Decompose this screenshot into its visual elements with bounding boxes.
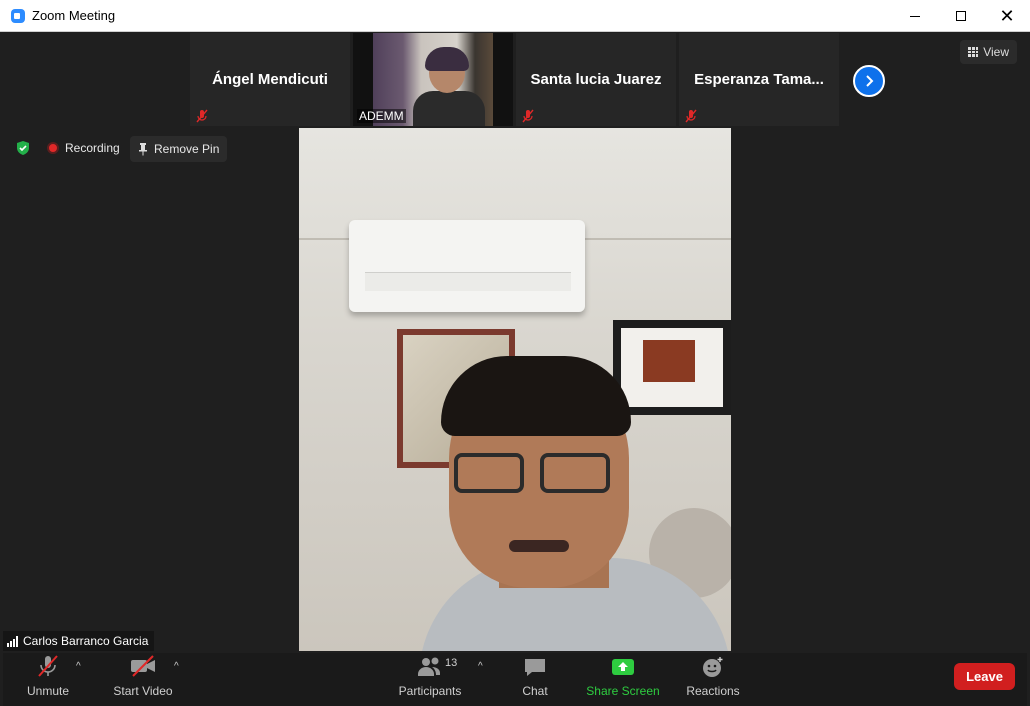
chat-label: Chat	[522, 684, 548, 698]
window-title: Zoom Meeting	[32, 8, 116, 23]
remove-pin-button[interactable]: Remove Pin	[130, 136, 228, 162]
recording-dot-icon	[47, 142, 59, 154]
participant-tile[interactable]: Santa lucia Juarez	[516, 33, 676, 126]
close-button[interactable]: ✕	[984, 0, 1030, 32]
participant-name: Santa lucia Juarez	[530, 71, 662, 88]
muted-mic-icon	[685, 109, 697, 123]
share-screen-icon	[612, 659, 634, 675]
unmute-label: Unmute	[26, 684, 70, 698]
next-page-button[interactable]	[853, 65, 885, 97]
active-speaker-video[interactable]	[299, 128, 731, 651]
minimize-icon	[910, 15, 920, 17]
recording-label: Recording	[65, 141, 120, 155]
leave-meeting-button[interactable]: Leave	[954, 663, 1015, 690]
chat-icon	[525, 659, 545, 676]
participant-tile[interactable]: Ángel Mendicuti	[190, 33, 350, 126]
close-icon: ✕	[999, 6, 1015, 26]
start-video-button[interactable]: Start Video	[107, 653, 179, 706]
maximize-icon	[956, 11, 966, 21]
participants-icon	[418, 657, 440, 676]
zoom-app-icon	[11, 8, 25, 23]
view-label: View	[983, 45, 1009, 59]
chevron-right-icon	[866, 75, 874, 87]
participant-name: Esperanza Tama...	[694, 71, 824, 88]
maximize-button[interactable]	[938, 0, 984, 32]
signal-strength-icon	[7, 635, 18, 647]
window-titlebar: Zoom Meeting ✕	[0, 0, 1030, 32]
share-screen-button[interactable]: Share Screen	[585, 653, 661, 706]
participant-tile-video[interactable]: ADEMM	[353, 33, 513, 126]
reactions-icon	[703, 657, 723, 677]
encryption-shield-icon[interactable]	[15, 140, 31, 156]
participant-name: ADEMM	[357, 109, 406, 123]
air-conditioner-in-video	[349, 220, 585, 312]
share-screen-label: Share Screen	[586, 684, 660, 698]
participant-name: Ángel Mendicuti	[212, 71, 328, 88]
participants-count: 13	[445, 657, 458, 669]
participants-options-caret[interactable]: ^	[478, 661, 483, 672]
muted-mic-icon	[522, 109, 534, 123]
reactions-button[interactable]: Reactions	[683, 653, 743, 706]
participant-tile[interactable]: Esperanza Tama...	[679, 33, 839, 126]
start-video-label: Start Video	[113, 684, 173, 698]
remove-pin-label: Remove Pin	[154, 142, 220, 156]
muted-mic-icon	[38, 655, 58, 677]
meeting-toolbar: Unmute ^ Start Video ^ Participants 13 ^…	[3, 653, 1027, 706]
speaker-name: Carlos Barranco Garcia	[23, 634, 149, 648]
window-controls: ✕	[892, 0, 1030, 32]
video-options-caret[interactable]: ^	[174, 661, 179, 672]
chat-button[interactable]: Chat	[515, 653, 555, 706]
grid-view-icon	[968, 47, 979, 57]
video-off-icon	[131, 655, 155, 677]
audio-options-caret[interactable]: ^	[76, 661, 81, 672]
unmute-button[interactable]: Unmute	[19, 653, 77, 706]
minimize-button[interactable]	[892, 0, 938, 32]
thumbnail-strip: Ángel Mendicuti ADEMM Santa lucia Juarez…	[190, 33, 839, 126]
meeting-stage: Ángel Mendicuti ADEMM Santa lucia Juarez…	[3, 33, 1027, 653]
wall-art-in-video	[613, 320, 731, 415]
participants-label: Participants	[398, 684, 462, 698]
speaker-name-tag: Carlos Barranco Garcia	[3, 631, 155, 651]
muted-mic-icon	[196, 109, 208, 123]
view-button[interactable]: View	[960, 40, 1017, 64]
reactions-label: Reactions	[686, 684, 740, 698]
recording-indicator[interactable]: Recording	[47, 137, 120, 159]
pin-icon	[139, 142, 147, 155]
